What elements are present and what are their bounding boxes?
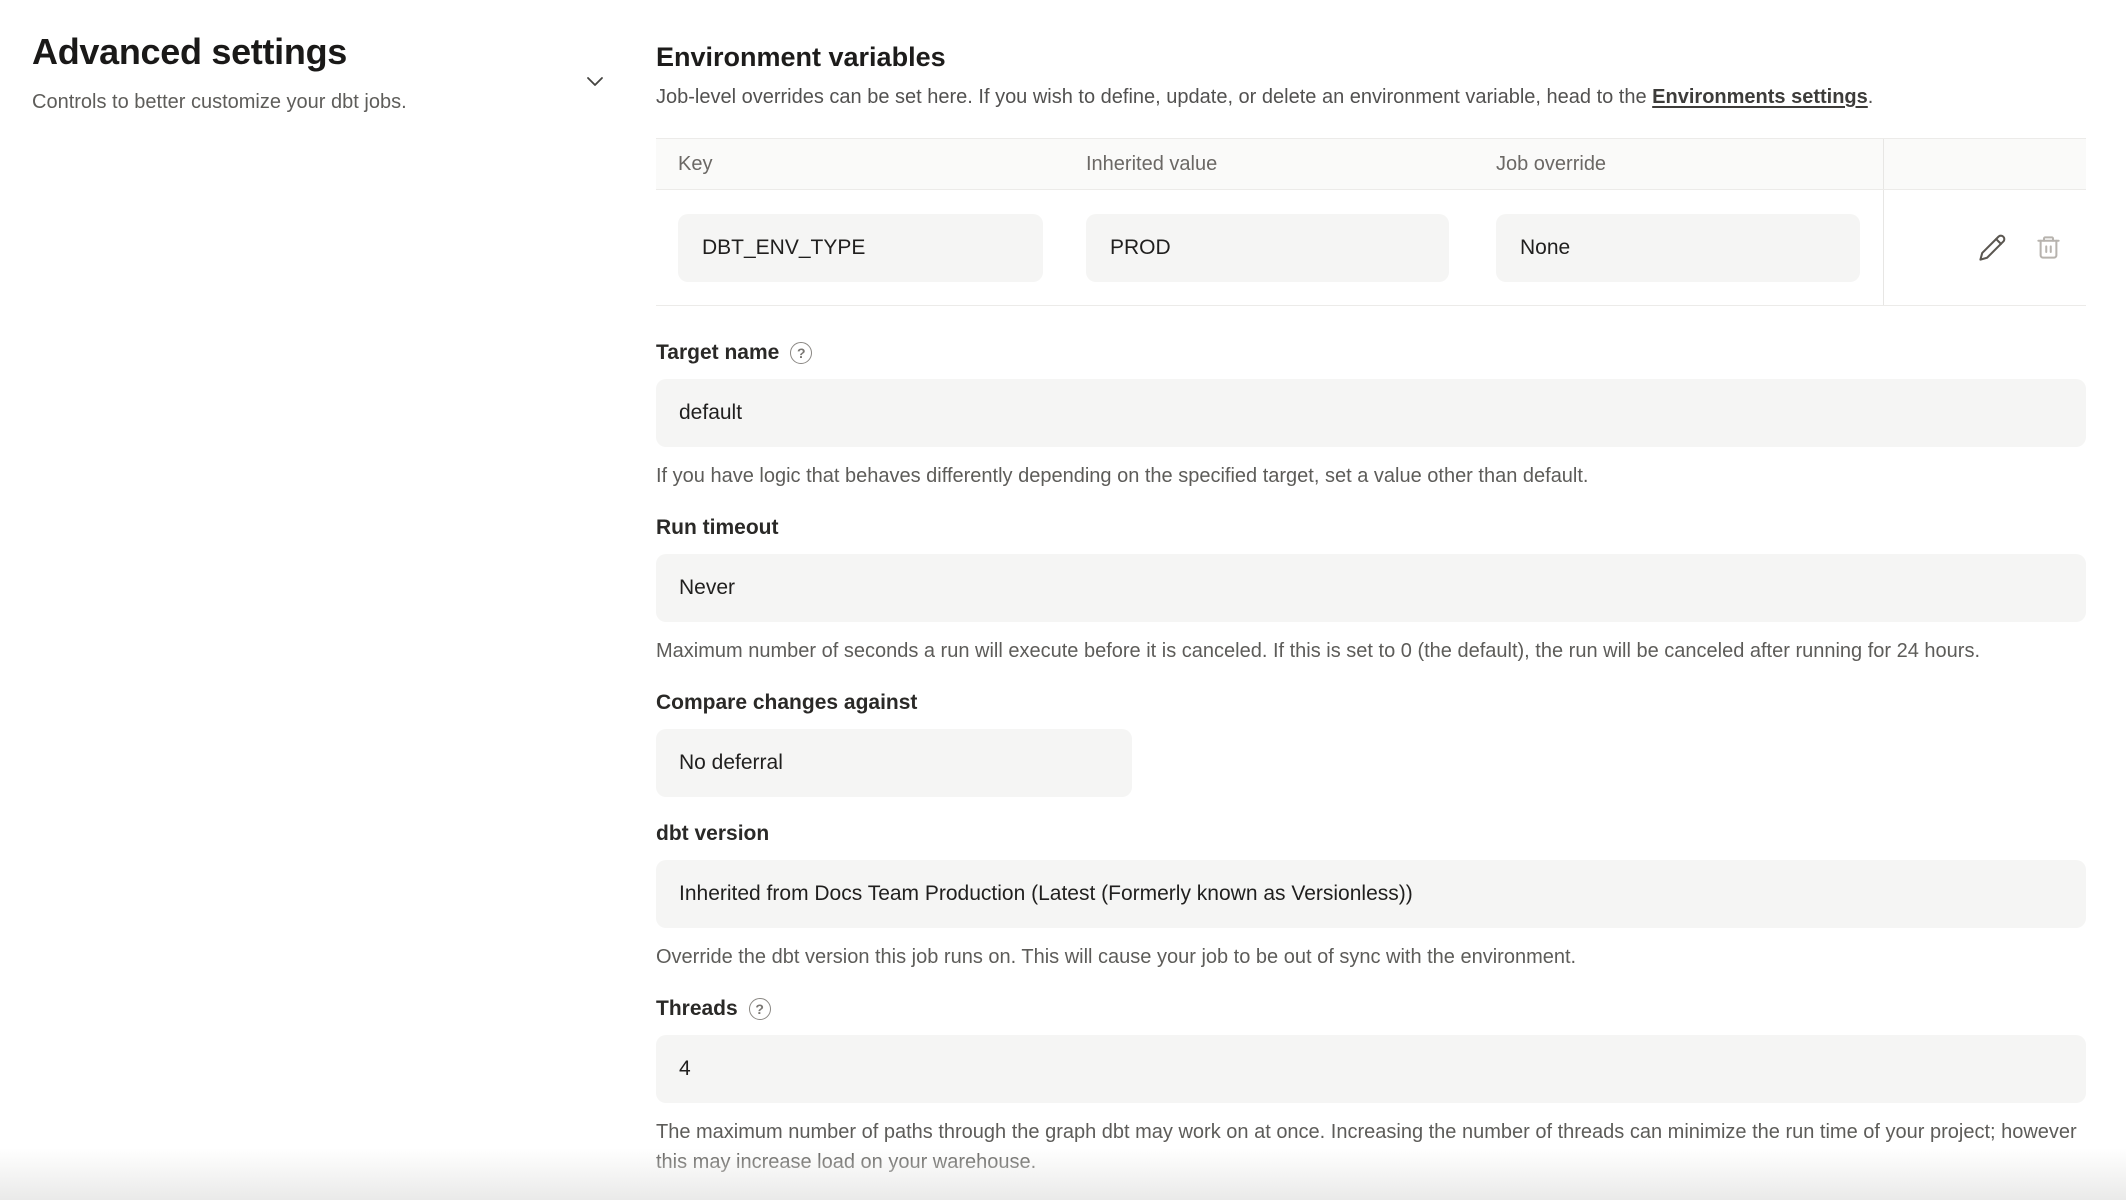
help-icon[interactable]: ? xyxy=(790,342,812,364)
help-icon[interactable]: ? xyxy=(749,998,771,1020)
chevron-down-icon xyxy=(583,69,607,93)
env-vars-table-header: Key Inherited value Job override xyxy=(656,138,2086,190)
env-var-table-row: DBT_ENV_TYPE PROD None xyxy=(656,190,2086,306)
env-var-job-override-cell[interactable]: None xyxy=(1496,214,1860,282)
target-name-helper: If you have logic that behaves different… xyxy=(656,461,2086,491)
env-vars-table: Key Inherited value Job override DBT_ENV… xyxy=(656,138,2086,306)
field-run-timeout: Run timeout Never Maximum number of seco… xyxy=(656,515,2086,666)
description-text: Job-level overrides can be set here. If … xyxy=(656,86,1652,108)
run-timeout-input[interactable]: Never xyxy=(656,554,2086,622)
compare-changes-select[interactable]: No deferral xyxy=(656,729,1132,797)
column-header-key: Key xyxy=(656,153,1086,176)
section-header: Advanced settings Controls to better cus… xyxy=(32,30,572,116)
advanced-settings-content: Environment variables Job-level override… xyxy=(656,40,2086,1177)
advanced-settings-page: Advanced settings Controls to better cus… xyxy=(0,0,2126,1200)
page-subtitle: Controls to better customize your dbt jo… xyxy=(32,88,572,116)
env-vars-description: Job-level overrides can be set here. If … xyxy=(656,82,2086,112)
column-header-actions xyxy=(1883,139,2086,189)
target-name-value: default xyxy=(679,401,742,425)
page-title: Advanced settings xyxy=(32,30,572,74)
description-period: . xyxy=(1868,86,1874,108)
environments-settings-link[interactable]: Environments settings xyxy=(1652,86,1868,108)
run-timeout-helper: Maximum number of seconds a run will exe… xyxy=(656,636,2086,666)
collapse-section-button[interactable] xyxy=(578,64,612,98)
threads-label: Threads xyxy=(656,996,738,1022)
column-header-inherited-value: Inherited value xyxy=(1086,153,1496,176)
field-dbt-version: dbt version Inherited from Docs Team Pro… xyxy=(656,821,2086,972)
compare-changes-value: No deferral xyxy=(679,751,783,775)
trash-icon xyxy=(2035,234,2062,261)
env-vars-heading: Environment variables xyxy=(656,40,2086,74)
edit-env-var-button[interactable] xyxy=(1978,233,2007,262)
target-name-label: Target name xyxy=(656,340,779,366)
threads-input[interactable]: 4 xyxy=(656,1035,2086,1103)
field-target-name: Target name ? default If you have logic … xyxy=(656,340,2086,491)
dbt-version-value: Inherited from Docs Team Production (Lat… xyxy=(679,882,1413,906)
dbt-version-select[interactable]: Inherited from Docs Team Production (Lat… xyxy=(656,860,2086,928)
env-var-row-actions xyxy=(1883,190,2086,305)
environment-variables-section: Environment variables Job-level override… xyxy=(656,40,2086,306)
run-timeout-value: Never xyxy=(679,576,735,600)
column-header-job-override: Job override xyxy=(1496,153,1883,176)
target-name-input[interactable]: default xyxy=(656,379,2086,447)
env-var-key-cell: DBT_ENV_TYPE xyxy=(678,214,1043,282)
dbt-version-helper: Override the dbt version this job runs o… xyxy=(656,942,2086,972)
threads-helper: The maximum number of paths through the … xyxy=(656,1117,2086,1177)
run-timeout-label: Run timeout xyxy=(656,515,778,541)
compare-changes-label: Compare changes against xyxy=(656,690,917,716)
threads-value: 4 xyxy=(679,1057,691,1081)
pencil-icon xyxy=(1978,233,2007,262)
env-var-inherited-value-cell: PROD xyxy=(1086,214,1449,282)
dbt-version-label: dbt version xyxy=(656,821,769,847)
field-threads: Threads ? 4 The maximum number of paths … xyxy=(656,996,2086,1177)
field-compare-changes: Compare changes against No deferral xyxy=(656,690,2086,797)
delete-env-var-button[interactable] xyxy=(2035,234,2062,261)
